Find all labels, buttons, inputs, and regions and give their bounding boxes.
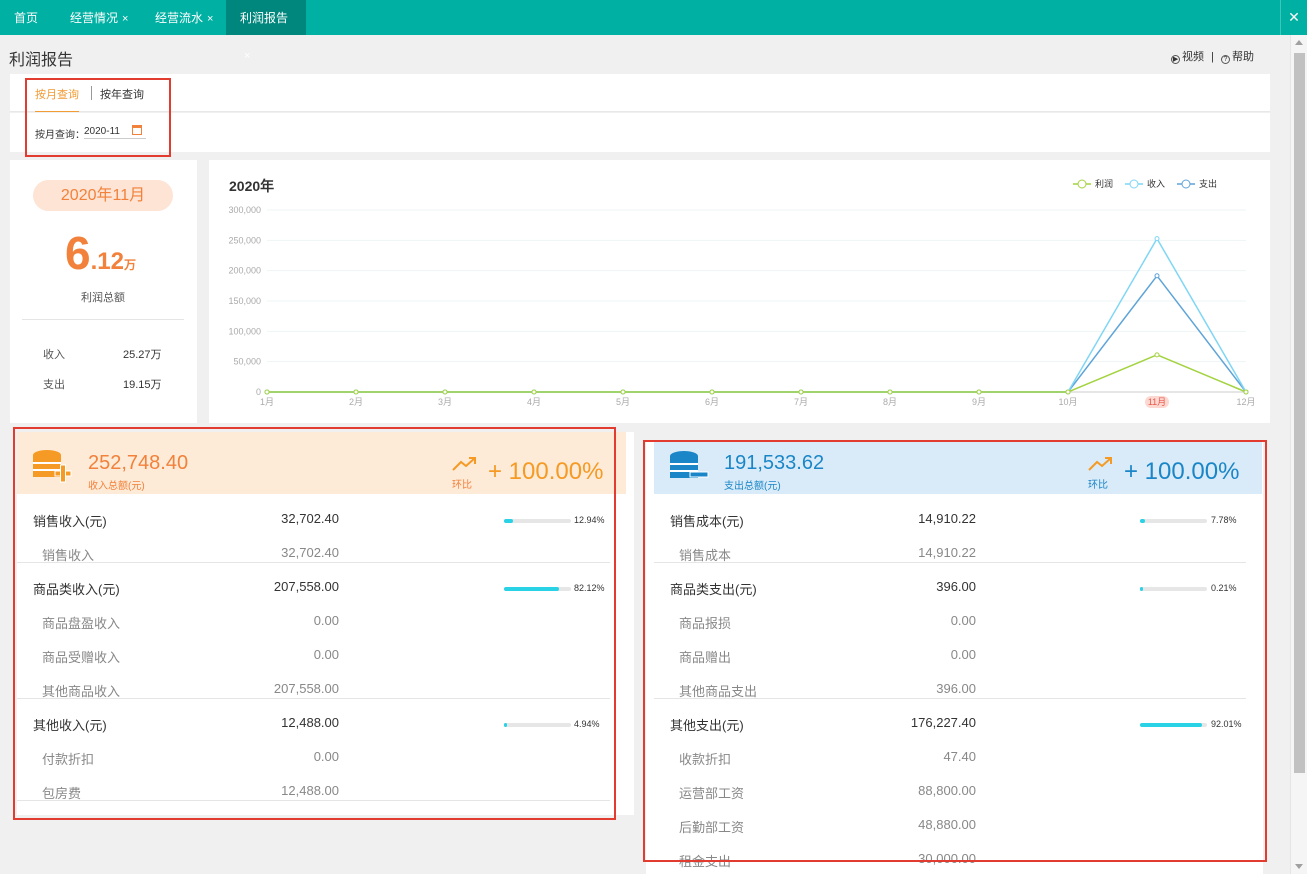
data-point: [1154, 273, 1160, 279]
legend-marker: [1129, 179, 1139, 189]
help-links: ▶ 视频 | ? 帮助: [1171, 48, 1254, 64]
x-tick-label: 11月: [1148, 397, 1166, 407]
question-icon: ?: [1221, 55, 1230, 64]
x-tick-label: 12月: [1236, 397, 1255, 407]
y-tick-label: 300,000: [228, 205, 261, 215]
data-point: [976, 389, 982, 395]
highlight-box: [13, 427, 616, 820]
highlight-box: [25, 78, 171, 157]
data-point: [264, 389, 270, 395]
query-tabs: 按月查询 按年查询: [10, 74, 1270, 112]
series-line: [267, 237, 1247, 393]
x-tick-label: 10月: [1058, 397, 1077, 407]
legend-label: 收入: [1147, 178, 1165, 189]
profit-dec: .12: [90, 248, 124, 275]
data-point: [442, 389, 448, 395]
profit-unit: 万: [123, 258, 136, 272]
top-tab-bar: 首页 经营情况 × 经营流水 × 利润报告× ✕: [0, 0, 1307, 62]
data-point: [620, 389, 626, 395]
y-tick-label: 250,000: [228, 235, 261, 245]
scrollbar[interactable]: [1290, 35, 1307, 874]
y-tick-label: 200,000: [228, 266, 261, 276]
x-tick-label: 1月: [260, 397, 274, 407]
tab-label: 经营流水: [155, 11, 204, 25]
scroll-up-icon[interactable]: [1295, 40, 1303, 45]
profit-int: 6: [65, 227, 91, 279]
x-tick-label: 4月: [527, 397, 541, 407]
data-point: [1065, 389, 1071, 395]
close-icon[interactable]: ×: [122, 13, 128, 25]
y-tick-label: 100,000: [228, 326, 261, 336]
income-label: 收入: [43, 349, 65, 361]
data-point: [1154, 352, 1160, 358]
scroll-thumb[interactable]: [1294, 53, 1305, 773]
tab-business-flow[interactable]: 经营流水 ×: [141, 0, 227, 35]
y-tick-label: 50,000: [233, 357, 261, 367]
tab-profit-report[interactable]: 利润报告 ×: [226, 0, 306, 62]
divider: [22, 319, 184, 320]
series-line: [267, 274, 1247, 393]
y-tick-label: 150,000: [228, 296, 261, 306]
scroll-down-icon[interactable]: [1295, 864, 1303, 869]
profit-caption: 利润总额: [81, 292, 125, 304]
expense-value: 19.15万: [123, 379, 162, 391]
income-value: 25.27万: [123, 349, 162, 361]
tab-home[interactable]: 首页: [0, 0, 52, 35]
close-icon[interactable]: ×: [207, 13, 213, 25]
x-tick-label: 2月: [349, 397, 363, 407]
tab-business-status[interactable]: 经营情况 ×: [56, 0, 142, 35]
data-point: [887, 389, 893, 395]
x-tick-label: 9月: [972, 397, 986, 407]
month-pill: 2020年11月: [33, 180, 173, 211]
chart-card: 2020年 0 50,000 100,000 150,000 200,000 250,000…: [209, 160, 1270, 423]
page-title: 利润报告: [9, 52, 74, 69]
data-point: [1154, 236, 1160, 242]
legend-label: 利润: [1095, 178, 1113, 189]
series-line: [267, 354, 1247, 393]
x-tick-label: 3月: [438, 397, 452, 407]
separator: |: [1211, 51, 1214, 63]
legend-marker: [1077, 179, 1087, 189]
data-point: [353, 389, 359, 395]
legend-label: 支出: [1199, 178, 1217, 189]
tab-label: 利润报告: [240, 11, 289, 25]
line-chart: 2020年 0 50,000 100,000 150,000 200,000 250,000…: [228, 178, 1256, 408]
play-icon: ▶: [1171, 55, 1181, 64]
video-link[interactable]: 视频: [1182, 51, 1204, 63]
close-icon[interactable]: ×: [244, 50, 250, 62]
y-tick-label: 0: [256, 387, 261, 397]
help-link[interactable]: 帮助: [1232, 51, 1254, 63]
x-tick-label: 7月: [794, 397, 808, 407]
x-tick-label: 5月: [616, 397, 630, 407]
window-close-icon[interactable]: ✕: [1280, 0, 1307, 35]
x-tick-label: 8月: [883, 397, 897, 407]
tab-label: 经营情况: [70, 11, 119, 25]
profit-total: 6.12万: [65, 226, 136, 280]
legend-marker: [1181, 179, 1191, 189]
data-point: [531, 389, 537, 395]
data-point: [709, 389, 715, 395]
tab-label: 首页: [14, 11, 39, 25]
expense-label: 支出: [43, 379, 65, 391]
highlight-box: [643, 440, 1267, 862]
data-point: [798, 389, 804, 395]
data-point: [1243, 389, 1249, 395]
chart-title: 2020年: [229, 178, 274, 194]
query-row: 按月查询： 2020-11: [10, 113, 1270, 152]
x-tick-label: 6月: [705, 397, 719, 407]
